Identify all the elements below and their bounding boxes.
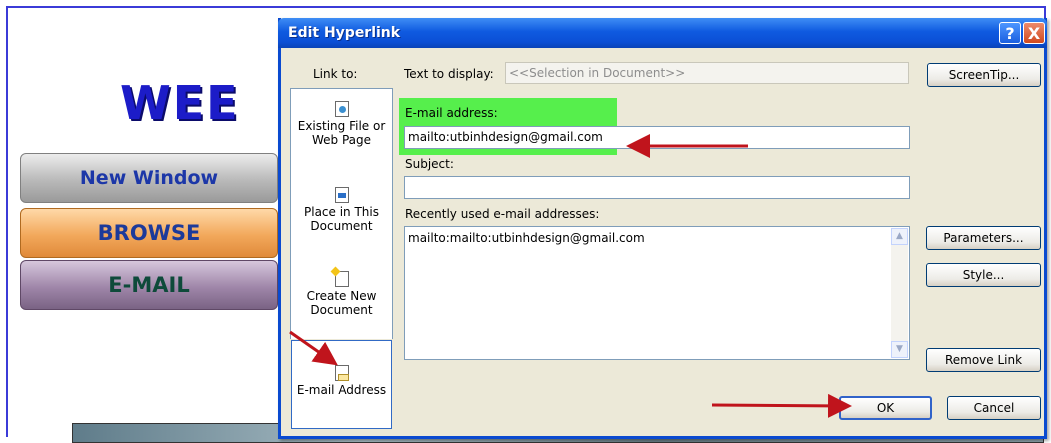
arrow-to-email-item <box>289 330 338 366</box>
arrow-to-ok <box>711 393 852 418</box>
annotation-arrows <box>289 134 852 418</box>
